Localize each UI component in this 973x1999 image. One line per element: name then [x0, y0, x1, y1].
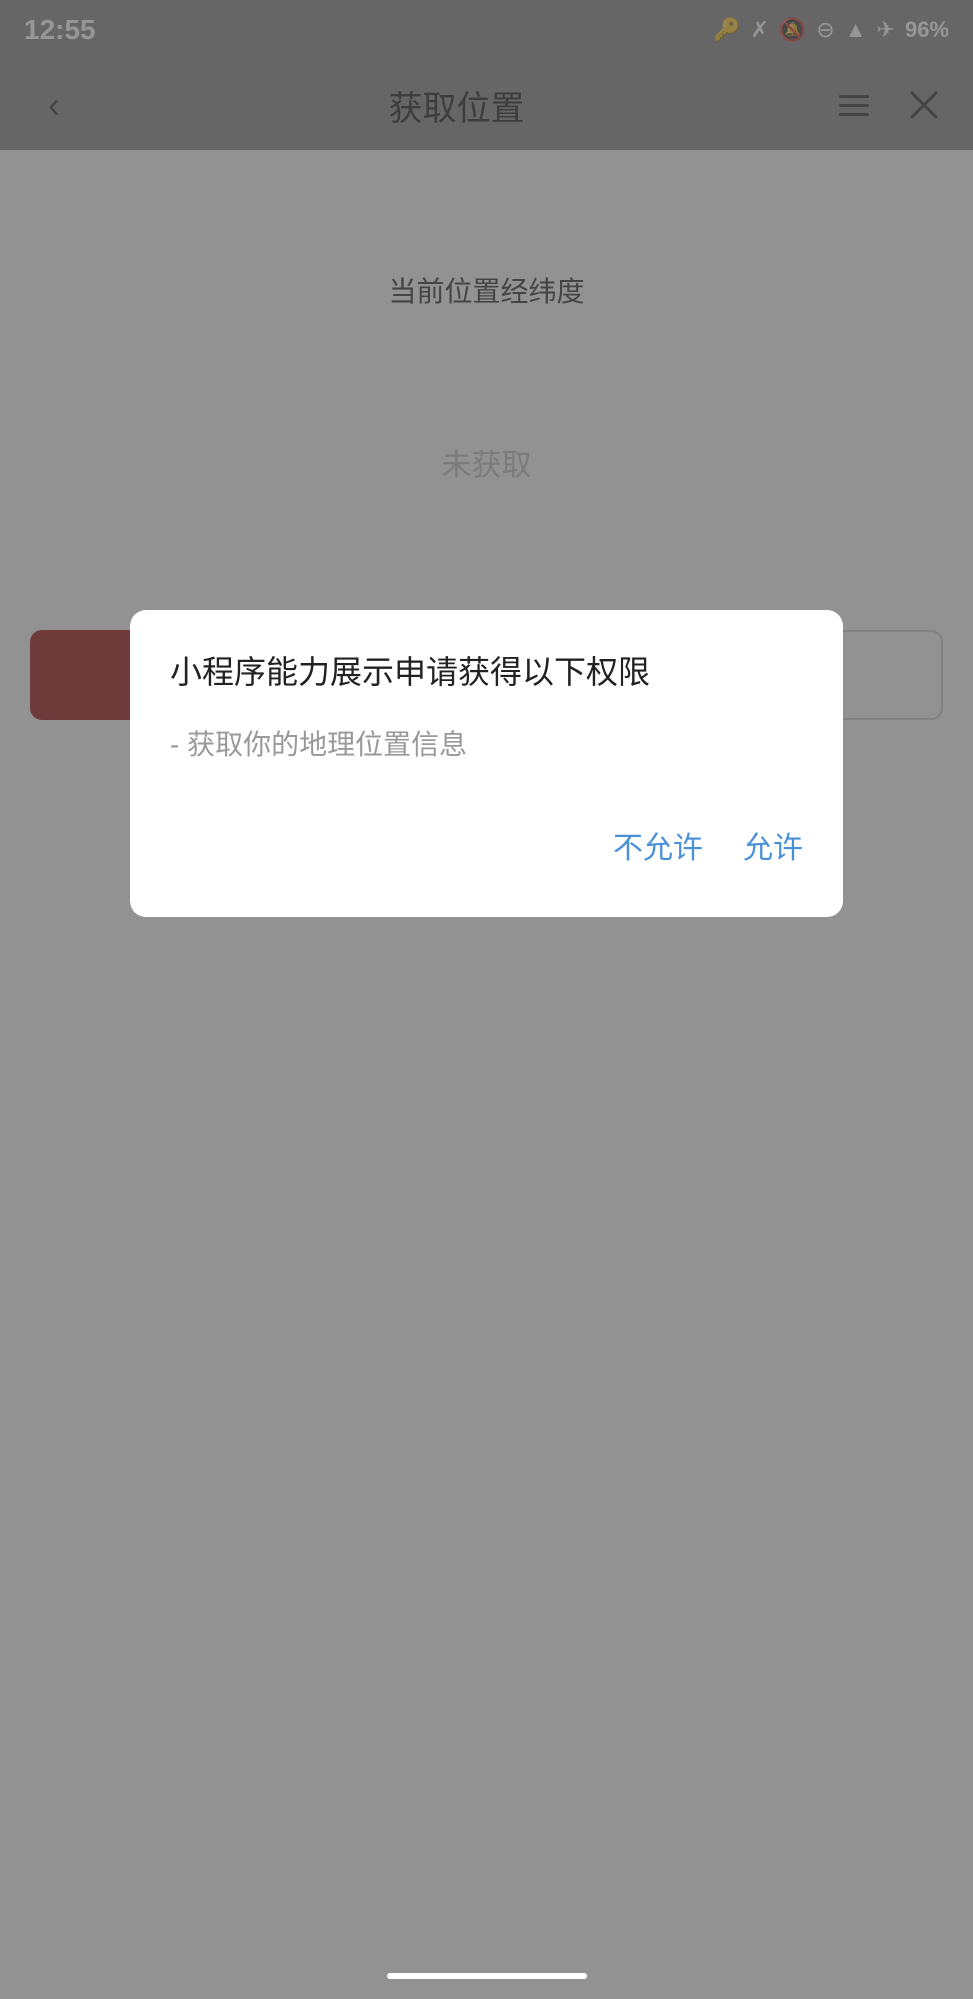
deny-button[interactable]: 不允许	[613, 813, 703, 877]
home-indicator	[387, 1973, 587, 1979]
permission-dialog: 小程序能力展示申请获得以下权限 - 获取你的地理位置信息 不允许 允许	[130, 610, 843, 917]
allow-button[interactable]: 允许	[743, 813, 803, 877]
dialog-permission: - 获取你的地理位置信息	[170, 723, 803, 763]
dialog-buttons: 不允许 允许	[170, 813, 803, 887]
overlay	[0, 0, 973, 1999]
dialog-title: 小程序能力展示申请获得以下权限	[170, 650, 803, 695]
